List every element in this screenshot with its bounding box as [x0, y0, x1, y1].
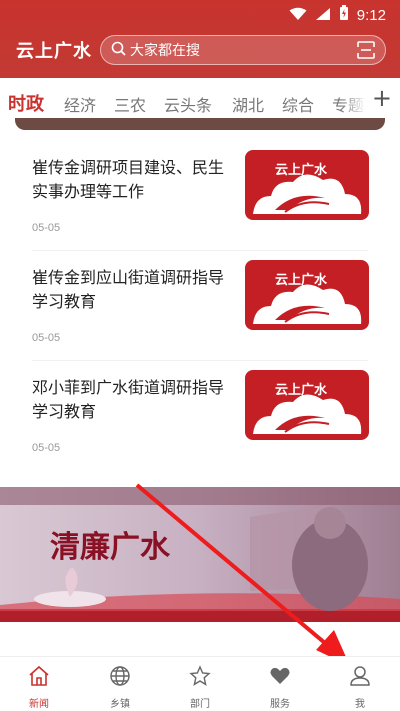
globe-icon — [90, 663, 150, 689]
user-icon — [330, 663, 390, 689]
nav-me[interactable]: 我 — [330, 663, 390, 710]
heart-icon — [250, 663, 310, 689]
nav-news[interactable]: 新闻 — [9, 663, 69, 710]
nav-label: 乡镇 — [110, 699, 130, 710]
nav-departments[interactable]: 部门 — [170, 663, 230, 710]
home-icon — [9, 663, 69, 689]
nav-label: 新闻 — [29, 699, 49, 710]
nav-towns[interactable]: 乡镇 — [90, 663, 150, 710]
red-arrow-annotation — [135, 483, 350, 666]
star-icon — [170, 663, 230, 689]
nav-services[interactable]: 服务 — [250, 663, 310, 710]
nav-label: 服务 — [270, 699, 290, 710]
nav-label: 我 — [355, 699, 365, 710]
bottom-nav: 新闻 乡镇 部门 服务 我 — [0, 656, 400, 711]
nav-label: 部门 — [190, 699, 210, 710]
